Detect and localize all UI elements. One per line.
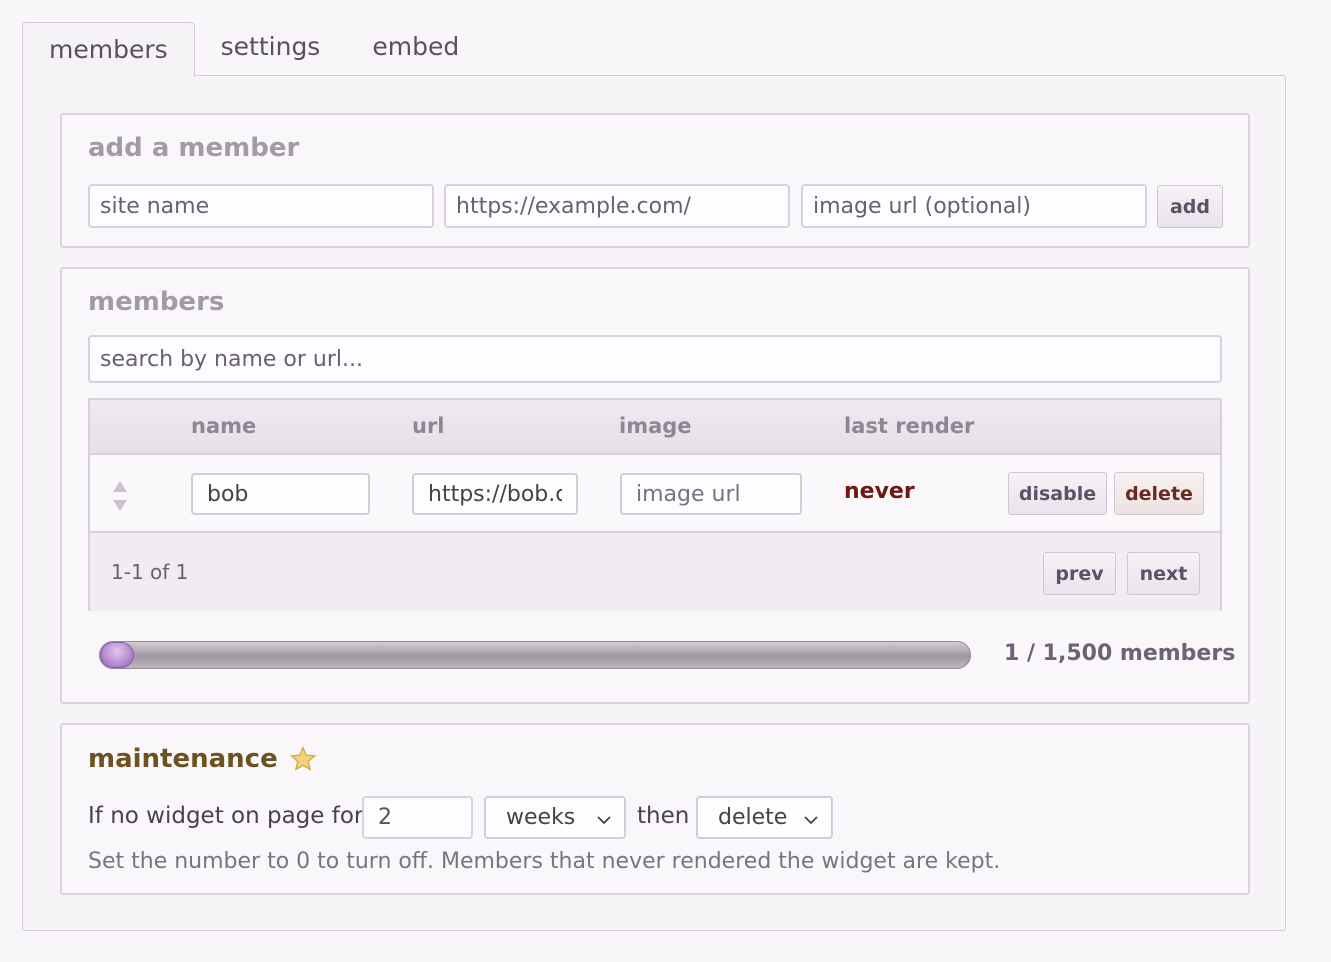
members-card: members name url image last render — [60, 267, 1250, 704]
member-usage-bar — [99, 641, 971, 669]
maintenance-card: maintenance If no widget on page for wee… — [60, 723, 1250, 895]
member-image-input[interactable] — [620, 473, 802, 515]
column-image: image — [619, 414, 692, 438]
column-url: url — [412, 414, 445, 438]
site-name-input[interactable] — [88, 184, 434, 228]
maintenance-prefix: If no widget on page for — [88, 803, 364, 829]
maintenance-title: maintenance — [88, 744, 278, 774]
member-usage-fill — [100, 642, 134, 668]
add-member-title: add a member — [88, 133, 300, 163]
table-header: name url image last render — [90, 400, 1220, 455]
prev-button[interactable]: prev — [1043, 552, 1116, 595]
drag-handle-icon[interactable] — [112, 480, 128, 516]
inactivity-unit-select[interactable]: weeks — [484, 796, 626, 839]
last-render-value: never — [844, 479, 915, 504]
tab-members[interactable]: members — [22, 22, 195, 77]
next-button[interactable]: next — [1127, 552, 1200, 595]
disable-button[interactable]: disable — [1008, 472, 1107, 515]
members-panel: add a member add members name url image … — [22, 75, 1286, 931]
add-member-card: add a member add — [60, 113, 1250, 248]
chevron-down-icon — [596, 809, 612, 834]
members-table: name url image last render never disable… — [88, 398, 1222, 611]
column-last-render: last render — [844, 414, 975, 438]
member-count: 1 / 1,500 members — [1004, 641, 1236, 666]
tab-bar: members settings embed — [22, 22, 485, 77]
table-footer: 1-1 of 1 prev next — [90, 533, 1220, 611]
table-row: never disable delete — [90, 455, 1220, 533]
tab-settings[interactable]: settings — [195, 22, 347, 76]
image-url-input[interactable] — [801, 184, 1147, 228]
star-icon — [289, 746, 316, 772]
site-url-input[interactable] — [444, 184, 790, 228]
pagination-info: 1-1 of 1 — [111, 560, 189, 584]
member-name-input[interactable] — [191, 473, 370, 515]
delete-button[interactable]: delete — [1114, 472, 1204, 515]
maintenance-header: maintenance — [88, 744, 316, 774]
chevron-down-icon — [803, 809, 819, 834]
maintenance-action-value: delete — [718, 805, 788, 830]
then-text: then — [637, 803, 690, 829]
member-url-input[interactable] — [412, 473, 578, 515]
maintenance-help-text: Set the number to 0 to turn off. Members… — [88, 849, 1001, 874]
members-title: members — [88, 287, 225, 317]
maintenance-action-select[interactable]: delete — [696, 796, 833, 839]
add-button[interactable]: add — [1157, 185, 1223, 228]
column-name: name — [191, 414, 257, 438]
inactivity-number-input[interactable] — [362, 796, 473, 839]
member-search-input[interactable] — [88, 335, 1222, 383]
inactivity-unit-value: weeks — [506, 805, 576, 830]
tab-embed[interactable]: embed — [346, 22, 485, 76]
